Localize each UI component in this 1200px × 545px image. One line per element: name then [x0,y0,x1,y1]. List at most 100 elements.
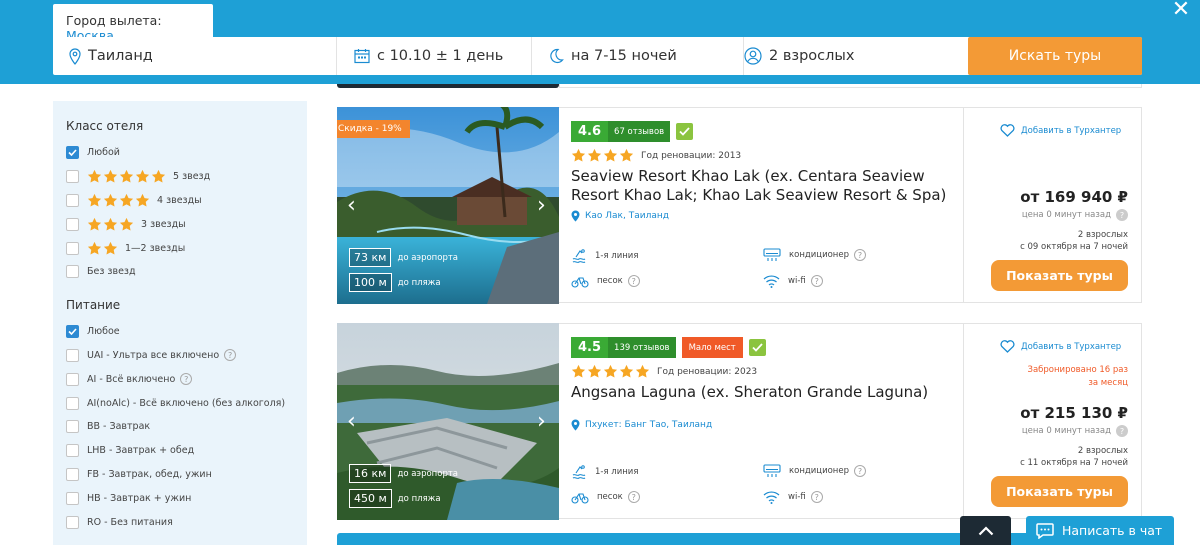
meal-option[interactable]: RO - Без питания [66,510,294,534]
destination-field[interactable]: Таиланд [53,37,337,75]
beach-distance: 450 м до пляжа [349,489,441,508]
help-icon[interactable]: ? [224,349,237,362]
checkbox[interactable] [66,444,79,458]
rating-value: 4.5 [578,340,602,355]
star-icon [87,170,102,183]
star-icon [151,170,166,183]
help-icon[interactable]: ? [1116,209,1128,221]
close-icon[interactable]: ✕ [1170,0,1192,22]
photo-prev-arrow-icon[interactable]: ‹ [347,411,356,433]
checkbox[interactable] [66,146,79,160]
help-icon[interactable]: ? [627,491,640,503]
tour-details: 2 взрослых с 09 октября на 7 ночей [1020,229,1128,253]
nights-field[interactable]: на 7-15 ночей [532,37,744,75]
meal-option[interactable]: FB - Завтрак, обед, ужин [66,463,294,487]
departure-city-label: Город вылета: [66,13,162,28]
hotel-location[interactable]: Пхукет: Банг Тао, Таиланд [571,419,961,431]
hotel-name[interactable]: Angsana Laguna (ex. Sheraton Grande Lagu… [571,383,961,402]
photo-next-arrow-icon[interactable]: › [537,195,546,217]
price-column: Добавить в Турхантер от 169 940 ₽ цена 0… [963,108,1142,302]
chat-button[interactable]: Написать в чат [1026,516,1174,545]
help-icon[interactable]: ? [810,491,823,503]
help-icon[interactable]: ? [810,275,823,287]
checkbox[interactable] [66,515,79,529]
meal-option[interactable]: BB - Завтрак [66,415,294,439]
meal-option[interactable]: HB - Завтрак + ужин [66,486,294,510]
departure-city: Город вылета: Москва [53,4,213,43]
help-icon[interactable]: ? [627,275,640,287]
star-icon [103,170,118,183]
amenity-ac: кондиционер ? [763,248,866,262]
hotel-class-option[interactable]: 4 звезды [66,189,294,213]
add-to-favorites[interactable]: Добавить в Турхантер [1000,124,1121,137]
checkbox[interactable] [66,348,79,362]
price-updated: цена 0 минут назад ? [1022,425,1128,437]
help-icon[interactable]: ? [854,249,866,261]
star-icon [571,148,586,162]
rating-badge[interactable]: 4.5 139 отзывов [571,337,676,358]
rating-value: 4.6 [578,124,602,139]
checkbox[interactable] [66,241,79,255]
hotel-photo[interactable]: ‹ › 16 км до аэропорта 450 м до пляжа [337,323,559,520]
show-tours-button[interactable]: Показать туры [991,476,1128,507]
help-icon[interactable]: ? [1116,425,1128,437]
show-tours-button[interactable]: Показать туры [991,260,1128,291]
checkbox[interactable] [66,420,79,434]
meal-label: RO - Без питания [87,516,173,528]
photo-prev-arrow-icon[interactable]: ‹ [347,195,356,217]
hotel-photo[interactable]: Скидка - 19% ‹ › 73 км до аэропорта 100 … [337,107,559,304]
help-icon[interactable]: ? [180,373,193,386]
meal-option[interactable]: LHB - Завтрак + обед [66,439,294,463]
add-to-favorites[interactable]: Добавить в Турхантер [1000,340,1121,353]
scroll-to-top-button[interactable] [960,516,1011,545]
hotel-class-option[interactable]: Любой [66,141,294,165]
waves-icon [572,249,586,263]
help-icon[interactable]: ? [854,465,866,477]
search-tours-button[interactable]: Искать туры [968,37,1142,75]
hotel-class-option[interactable]: Без звезд [66,260,294,284]
checkbox[interactable] [66,217,79,231]
checkbox[interactable] [66,396,79,410]
chat-bubble-icon [1036,522,1054,539]
checkbox[interactable] [66,193,79,207]
hotel-location[interactable]: Као Лак, Таиланд [571,210,961,222]
guests-field[interactable]: 2 взрослых [744,37,968,75]
verified-check-icon [676,123,694,140]
meal-option[interactable]: AI(noAlc) - Всё включено (без алкоголя) [66,391,294,415]
hotel-info: 4.6 67 отзывов Год реновации: 2013 Seavi… [571,121,961,222]
date-field[interactable]: с 10.10 ± 1 день [337,37,532,75]
amenity-ac-label: кондиционер [789,466,849,476]
location-pin-icon [69,47,81,65]
reviews-count: 139 отзывов [608,337,676,358]
price-column: Добавить в Турхантер Забронировано 16 ра… [963,324,1142,518]
hotel-class-option[interactable]: 5 звезд [66,165,294,189]
meal-option[interactable]: UAI - Ультра все включено? [66,344,294,368]
heart-icon [1000,340,1015,353]
meal-option[interactable]: AI - Всё включено? [66,367,294,391]
star-icon [87,193,102,207]
meal-label: AI - Всё включено [87,373,176,385]
checkbox[interactable] [66,325,79,339]
heart-icon [1000,124,1015,137]
waves-icon [572,465,586,479]
hotel-class-title: Класс отеля [66,119,144,133]
hotel-class-option[interactable]: 1—2 звезды [66,236,294,260]
checkbox[interactable] [66,170,79,184]
nights-value: на 7-15 ночей [571,48,677,64]
photo-next-arrow-icon[interactable]: › [537,411,546,433]
airport-distance-label: до аэропорта [397,468,458,479]
checkbox[interactable] [66,467,79,481]
hotel-name[interactable]: Seaview Resort Khao Lak (ex. Centara Sea… [571,167,961,205]
meal-option[interactable]: Любое [66,320,294,344]
hotel-class-option[interactable]: 3 звезды [66,212,294,236]
checkbox[interactable] [66,265,79,279]
meal-title: Питание [66,297,121,312]
guests-value: 2 взрослых [769,48,855,64]
checkmark-icon [68,149,77,157]
checkbox[interactable] [66,372,79,386]
meal-label: HB - Завтрак + ужин [87,492,192,504]
checkbox[interactable] [66,491,79,505]
rating-badge[interactable]: 4.6 67 отзывов [571,121,671,142]
airport-distance-value: 16 км [349,464,392,483]
hotel-location-text: Као Лак, Таиланд [585,211,669,221]
